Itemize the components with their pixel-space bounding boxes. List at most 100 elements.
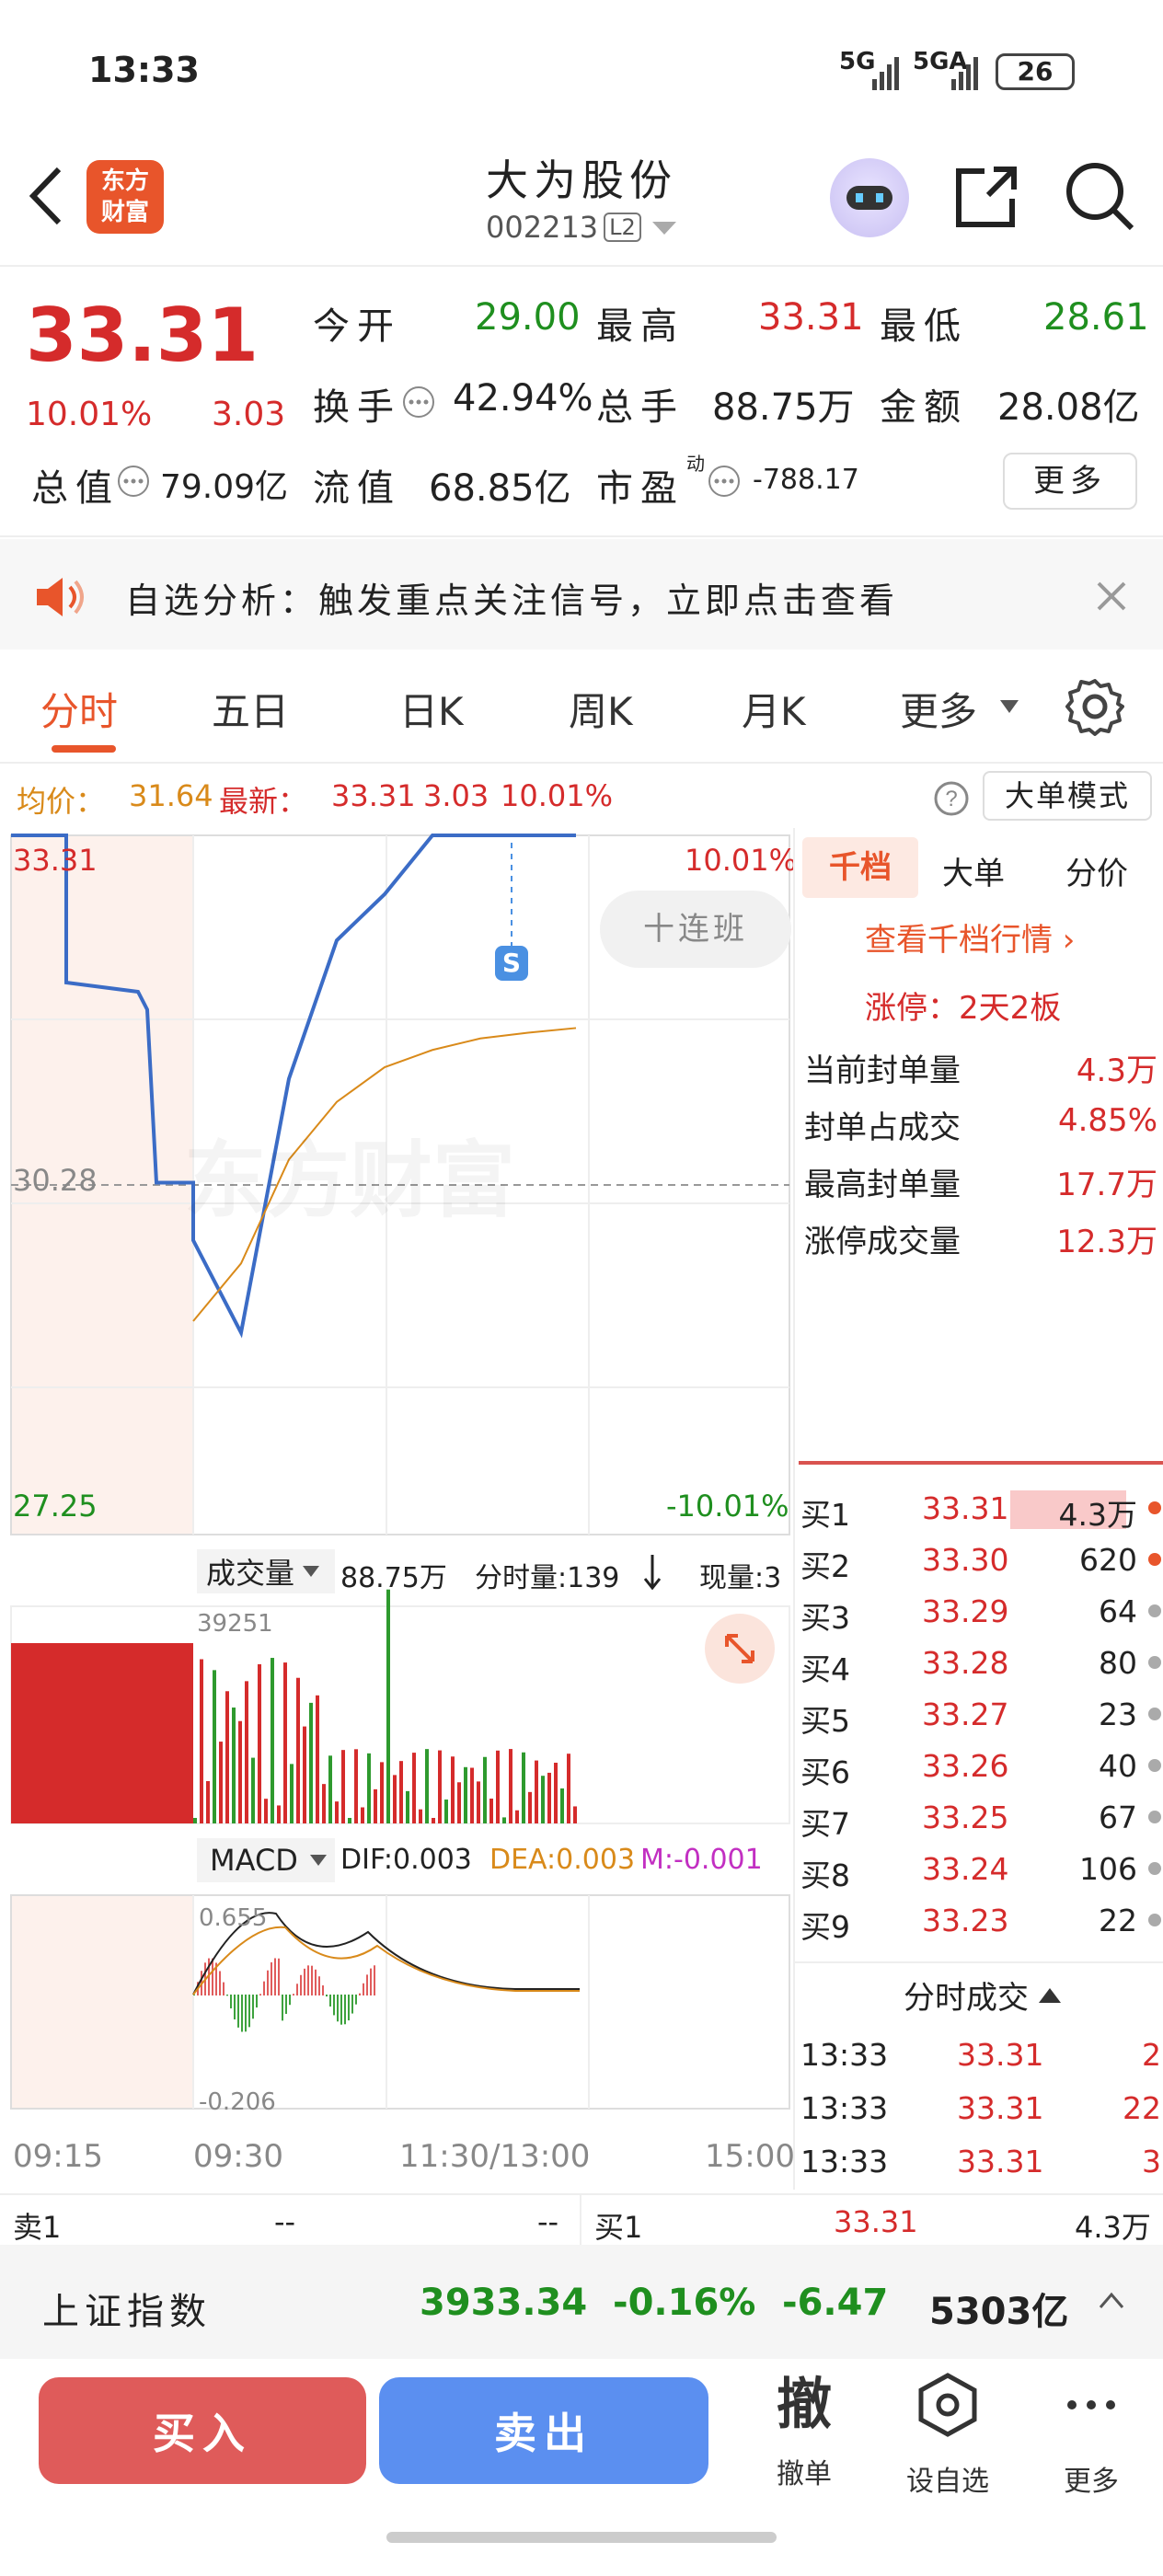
bid-row[interactable]: 买3 33.29 64 — [800, 1586, 1161, 1638]
clock: 13:33 — [88, 50, 200, 90]
volume-label: 总手 — [596, 386, 685, 429]
macd-indicator-select[interactable]: MACD — [197, 1838, 335, 1882]
volume-bar — [464, 1766, 467, 1823]
battery-icon: 26 — [996, 53, 1075, 90]
bid-row[interactable]: 买5 33.27 23 — [800, 1689, 1161, 1741]
macd-bar — [219, 1971, 221, 1995]
bid-price: 33.30 — [922, 1542, 1009, 1578]
chevron-up-icon[interactable] — [1099, 2291, 1124, 2309]
more-button[interactable]: 更多 — [1036, 2368, 1146, 2499]
bid-row[interactable]: 买9 33.23 22 — [800, 1895, 1161, 1947]
search-icon[interactable] — [1064, 160, 1137, 234]
tab-daily-k[interactable]: 日K — [399, 681, 464, 737]
tab-intraday[interactable]: 分时 — [40, 681, 118, 737]
volume-indicator-select[interactable]: 成交量 — [197, 1549, 335, 1593]
bid-level: 买9 — [800, 1909, 850, 1945]
stock-header: 东方 财富 大为股份 002213 L2 — [0, 138, 1163, 267]
more-quote-button[interactable]: 更多 — [1003, 453, 1137, 510]
volume-bar — [515, 1810, 519, 1823]
stock-code-row[interactable]: 002213 L2 — [486, 210, 678, 245]
notice-banner[interactable]: 自选分析：触发重点关注信号，立即点击查看 — [0, 539, 1163, 650]
bid-row[interactable]: 买1 33.31 4.3万 — [800, 1483, 1161, 1535]
tab-big-orders[interactable]: 大单 — [942, 848, 1005, 893]
index-ticker[interactable]: 上证指数 3933.34 -0.16% -6.47 5303亿 — [0, 2245, 1163, 2359]
tab-price-split[interactable]: 分价 — [1065, 848, 1128, 893]
macd-bar — [259, 1994, 261, 1995]
tick-volume: 22 — [1123, 2090, 1161, 2126]
macd-bar — [248, 1995, 250, 2028]
add-watchlist-button[interactable]: 设自选 — [892, 2368, 1003, 2499]
bid-row[interactable]: 买6 33.26 40 — [800, 1741, 1161, 1792]
volume-bar — [477, 1781, 480, 1823]
macd-bar — [351, 1995, 353, 2014]
volume-bar — [264, 1799, 268, 1823]
big-order-mode-button[interactable]: 大单模式 — [983, 771, 1152, 821]
macd-bar — [370, 1968, 372, 1995]
macd-bar — [285, 1995, 287, 2014]
volume-bar — [509, 1749, 512, 1823]
bid-price: 33.27 — [922, 1696, 1009, 1732]
bid-row[interactable]: 买4 33.28 80 — [800, 1638, 1161, 1689]
volume-bar — [328, 1755, 332, 1823]
bid-row[interactable]: 买7 33.25 67 — [800, 1792, 1161, 1844]
latest-change: 3.03 — [423, 778, 489, 813]
bid-price: 33.25 — [922, 1800, 1009, 1835]
turnover-label: 换手 — [313, 386, 401, 429]
volume-bar — [425, 1749, 429, 1823]
macd-bar — [315, 1969, 317, 1995]
limit-stat-label: 封单占成交 — [804, 1110, 961, 1146]
high-value: 33.31 — [758, 296, 864, 339]
help-icon[interactable]: ? — [933, 780, 970, 817]
info-dots-icon[interactable] — [116, 464, 151, 499]
tab-monthly-k[interactable]: 月K — [742, 681, 806, 737]
limit-stat-label: 当前封单量 — [804, 1052, 961, 1089]
bid-volume: 67 — [1099, 1800, 1137, 1835]
bid-row[interactable]: 买2 33.30 620 — [800, 1535, 1161, 1586]
volume-bar — [444, 1800, 448, 1823]
macd-bar — [293, 1994, 294, 1995]
volume-bar — [412, 1753, 416, 1823]
info-dots-icon[interactable] — [707, 464, 742, 499]
bid1-price: 33.31 — [834, 2204, 918, 2239]
chevron-down-icon — [651, 222, 676, 235]
sell-button[interactable]: 卖出 — [379, 2377, 708, 2484]
volume-bar — [206, 1781, 210, 1823]
ticks-header[interactable]: 分时成交 — [904, 1972, 1062, 2018]
macd-bar — [300, 1974, 302, 1995]
tick-volume: 3 — [1142, 2144, 1161, 2179]
bid-dot-icon — [1148, 1604, 1161, 1617]
tab-weekly-k[interactable]: 周K — [569, 681, 633, 737]
streak-tag[interactable]: 十连班 — [600, 891, 791, 968]
low-label: 最低 — [880, 305, 968, 348]
macd-m: M:-0.001 — [640, 1844, 763, 1876]
open-label: 今开 — [313, 305, 401, 348]
watermark: 东方财富 — [184, 1113, 515, 1233]
info-dots-icon[interactable] — [401, 385, 436, 420]
tab-five-day[interactable]: 五日 — [212, 681, 289, 737]
cancel-order-button[interactable]: 撤 撤单 — [749, 2368, 859, 2491]
volume-bar — [573, 1806, 577, 1823]
close-icon[interactable] — [1095, 580, 1128, 613]
bid-level: 买2 — [800, 1548, 850, 1584]
tab-more[interactable]: 更多 — [900, 681, 977, 737]
assistant-avatar[interactable] — [830, 158, 909, 237]
macd-bar — [329, 1995, 331, 2007]
macd-bar — [333, 1995, 335, 2016]
volume-bar — [232, 1708, 236, 1823]
bid-volume: 22 — [1099, 1903, 1137, 1938]
bid-row[interactable]: 买8 33.24 106 — [800, 1844, 1161, 1895]
buy-button[interactable]: 买入 — [39, 2377, 366, 2484]
expand-icon[interactable] — [703, 1612, 777, 1685]
latest-label: 最新： — [219, 784, 308, 819]
gear-icon[interactable] — [1065, 677, 1124, 736]
share-icon[interactable] — [951, 162, 1021, 232]
sell-signal-marker[interactable]: S — [495, 946, 528, 981]
depth-link[interactable]: 查看千档行情 › — [865, 914, 1075, 960]
volume-bar — [283, 1662, 287, 1823]
chevron-down-icon — [303, 1566, 320, 1577]
bid-price: 33.31 — [922, 1490, 1009, 1526]
tab-depth[interactable]: 千档 — [802, 837, 918, 898]
macd-bar — [234, 1995, 236, 2020]
volume-bar — [419, 1809, 422, 1823]
volume-bar — [213, 1670, 216, 1823]
